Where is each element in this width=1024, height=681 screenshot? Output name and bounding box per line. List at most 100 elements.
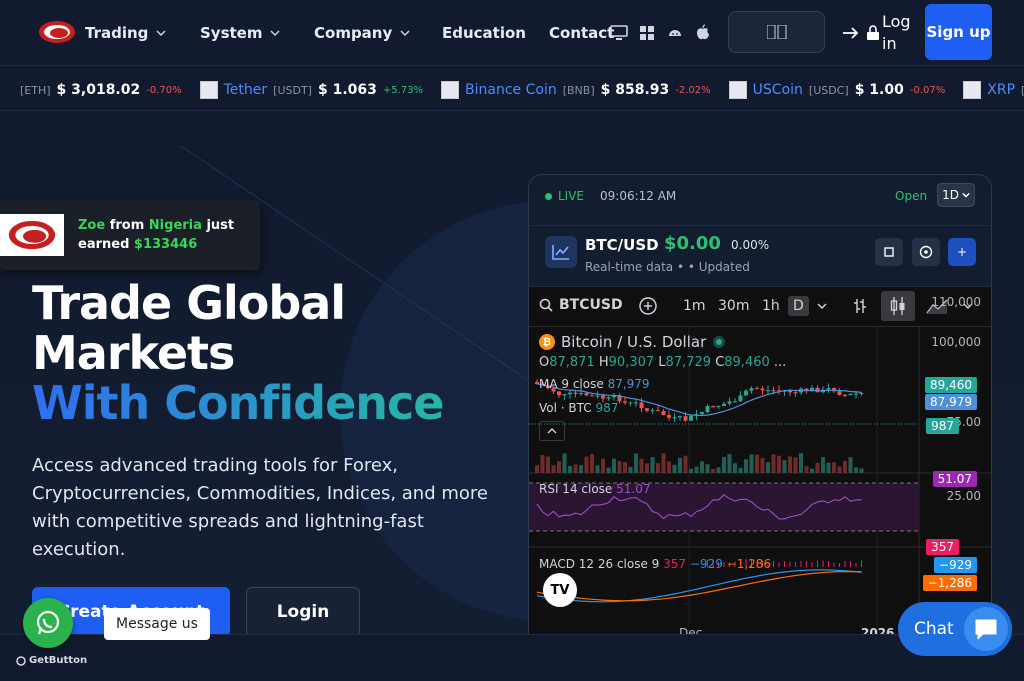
volume-bar xyxy=(733,463,737,473)
candle-body xyxy=(760,388,765,391)
volume-bar xyxy=(749,454,754,473)
coin-change: -0.07% xyxy=(909,84,946,96)
candle-body xyxy=(595,395,600,397)
market-open-dot-icon xyxy=(713,336,726,348)
brand-logo[interactable] xyxy=(38,18,76,46)
whatsapp-icon xyxy=(36,610,60,635)
whatsapp-tooltip[interactable]: Message us xyxy=(104,608,210,640)
volume-legend: Vol · BTC 987 xyxy=(539,401,619,415)
candle-body xyxy=(738,395,743,402)
candle-body xyxy=(716,405,721,407)
volume-bar xyxy=(804,466,809,473)
compare-plus-icon[interactable] xyxy=(637,295,659,317)
whatsapp-button[interactable] xyxy=(23,598,73,648)
volume-bar xyxy=(645,463,649,473)
ticker-item[interactable]: Tether [USDT] $ 1.063 +5.73% xyxy=(199,81,424,99)
tf-d[interactable]: D xyxy=(788,296,809,316)
target-button[interactable] xyxy=(912,238,940,266)
hero-title-accent: With Confidence xyxy=(32,376,444,430)
candles-icon xyxy=(890,297,905,315)
volume-bar xyxy=(832,462,836,473)
candles-style-button[interactable] xyxy=(881,291,915,321)
candle-body xyxy=(656,410,660,412)
macd-line xyxy=(536,569,862,603)
ticker-item[interactable]: USCoin [USDC] $ 1.00 -0.07% xyxy=(728,81,946,99)
live-time: 09:06:12 AM xyxy=(600,189,677,203)
pair-name: BTC/USD xyxy=(585,236,659,254)
desktop-icon[interactable] xyxy=(610,24,628,42)
coin-change: -2.02% xyxy=(675,84,711,96)
nav-system[interactable]: System xyxy=(200,24,281,42)
candle-body xyxy=(744,390,748,396)
chevron-down-icon[interactable] xyxy=(811,295,833,317)
volume-bar xyxy=(634,453,638,473)
android-icon[interactable] xyxy=(666,24,684,42)
bar-style-icon[interactable] xyxy=(849,295,871,317)
macd-signal-tag: −929 xyxy=(934,557,977,573)
ticker-item[interactable]: [ETH] $ 3,018.02 -0.70% xyxy=(14,82,182,98)
macd-signal-line xyxy=(536,570,862,602)
candle-body xyxy=(606,397,611,399)
ticker-item[interactable]: Binance Coin [BNB] $ 858.93 -2.02% xyxy=(441,81,711,99)
tf-1h[interactable]: 1h xyxy=(762,298,780,314)
symbol-search[interactable]: BTCUSD xyxy=(539,297,623,313)
ticker-item[interactable]: XRP[XRP]$ xyxy=(963,81,1024,99)
chat-bubble-icon xyxy=(964,607,1008,651)
chart-toolbar: BTCUSD 1m 30m 1h D xyxy=(529,287,991,327)
volume-bar xyxy=(716,467,721,473)
stop-button[interactable] xyxy=(875,238,903,266)
volume-bar xyxy=(678,457,682,473)
candle-body xyxy=(727,401,732,404)
volume-bar xyxy=(584,456,589,473)
earnings-notification[interactable]: Zoe from Nigeria just earned $133446 xyxy=(0,200,260,270)
volume-bar xyxy=(557,461,561,473)
nav-company[interactable]: Company xyxy=(314,24,410,42)
tf-30m[interactable]: 30m xyxy=(718,298,749,314)
pair-change: 0.00% xyxy=(731,238,770,252)
coin-change: +5.73% xyxy=(382,84,424,96)
getbutton-credit[interactable]: GetButton xyxy=(16,655,87,666)
candle-body xyxy=(623,401,627,403)
chevron-down-icon xyxy=(400,30,410,37)
volume-bar xyxy=(722,456,726,473)
apple-icon[interactable] xyxy=(694,24,712,42)
windows-icon[interactable] xyxy=(638,24,656,42)
volume-bar xyxy=(601,458,605,473)
volume-bar xyxy=(821,457,825,473)
nav-login-link[interactable]: Log in xyxy=(842,11,918,55)
chat-button[interactable]: Chat xyxy=(898,602,1012,656)
candle-body xyxy=(639,402,644,409)
bottom-bar xyxy=(0,634,1024,681)
candle-body xyxy=(854,393,858,395)
candle-body xyxy=(859,393,864,395)
tradingview-logo[interactable]: TV xyxy=(543,573,577,607)
tf-1m[interactable]: 1m xyxy=(683,298,706,314)
coin-symbol: [USDT] xyxy=(273,83,312,97)
language-selector[interactable] xyxy=(728,11,825,53)
nav-education[interactable]: Education xyxy=(442,24,526,42)
candle-body xyxy=(733,401,737,403)
bitcoin-icon: ₿ xyxy=(539,334,555,350)
nav-contact[interactable]: Contact xyxy=(549,24,614,42)
candle-body xyxy=(749,388,754,391)
volume-bar xyxy=(782,460,787,473)
nav-trading[interactable]: Trading xyxy=(85,24,166,42)
timeframe-select[interactable]: 1D xyxy=(937,183,975,207)
candle-body xyxy=(722,403,726,406)
coin-symbol: [BNB] xyxy=(562,83,595,97)
volume-bar xyxy=(546,456,550,473)
candle-body xyxy=(601,395,605,399)
volume-bar xyxy=(551,465,556,473)
flag-icon xyxy=(766,25,786,39)
hero-description: Access advanced trading tools for Forex,… xyxy=(32,455,488,560)
candle-body xyxy=(645,408,649,411)
hero-login-button[interactable]: Login xyxy=(246,587,360,637)
collapse-legend-button[interactable] xyxy=(539,421,565,441)
tradingview-chart[interactable]: BTCUSD 1m 30m 1h D ₿ Bitcoin / U.S. Doll… xyxy=(529,287,991,643)
volume-bar xyxy=(606,467,611,473)
signup-button[interactable]: Sign up xyxy=(925,4,992,60)
candle-body xyxy=(848,393,853,396)
volume-bar xyxy=(612,458,616,473)
add-button[interactable]: + xyxy=(948,238,976,266)
price-axis-label: 110,000 xyxy=(931,295,981,309)
